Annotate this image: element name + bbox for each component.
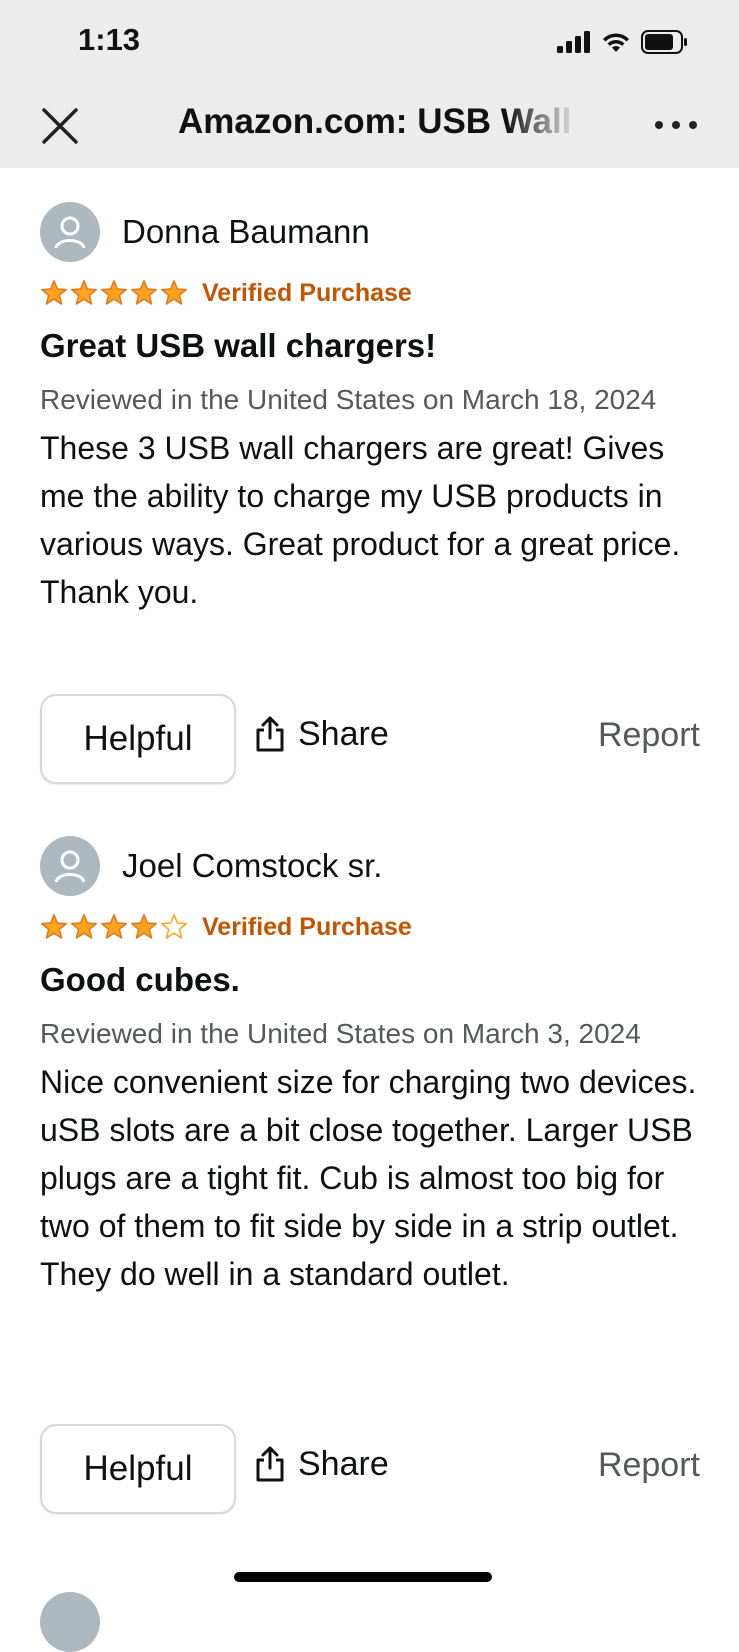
helpful-button[interactable]: Helpful [40, 694, 236, 784]
star-filled-icon [70, 279, 98, 305]
share-button[interactable]: Share [254, 714, 389, 754]
star-empty-icon [160, 913, 188, 939]
star-filled-icon [160, 279, 188, 305]
user-icon [54, 850, 86, 883]
verified-purchase-badge: Verified Purchase [202, 912, 412, 941]
share-button[interactable]: Share [254, 1444, 389, 1484]
star-filled-icon [100, 279, 128, 305]
wifi-icon [603, 33, 629, 52]
review-card: Donna Baumann Verified Purchase Great US… [40, 200, 700, 616]
star-rating [40, 279, 188, 307]
share-icon [256, 716, 284, 752]
reviewer-name[interactable]: Joel Comstock sr. [122, 847, 382, 885]
page-title: Amazon.com: USB Wall [178, 102, 572, 141]
review-title: Great USB wall chargers! [40, 327, 437, 364]
avatar [40, 1592, 100, 1652]
star-filled-icon [70, 913, 98, 939]
review-date: Reviewed in the United States on March 3… [40, 1018, 641, 1049]
reviewer-name[interactable]: Donna Baumann [122, 213, 370, 251]
browser-nav-bar: Amazon.com: USB Wall [0, 88, 739, 168]
review-body: These 3 USB wall chargers are great! Giv… [40, 430, 681, 610]
avatar [40, 202, 100, 262]
star-rating [40, 913, 188, 941]
close-icon[interactable] [36, 102, 84, 150]
report-link[interactable]: Report [598, 1446, 700, 1485]
review-actions: Helpful Share Report [40, 694, 700, 784]
home-indicator [234, 1572, 492, 1582]
reviewer-row: Donna Baumann [40, 200, 700, 264]
review-date: Reviewed in the United States on March 1… [40, 384, 657, 415]
share-label: Share [298, 714, 389, 753]
more-options-icon[interactable] [651, 110, 701, 140]
star-filled-icon [100, 913, 128, 939]
helpful-button[interactable]: Helpful [40, 1424, 236, 1514]
user-icon [54, 216, 86, 249]
review-actions: Helpful Share Report [40, 1424, 700, 1514]
share-icon [256, 1446, 284, 1482]
avatar [40, 836, 100, 896]
reviewer-row: Joel Comstock sr. [40, 834, 700, 898]
rating-row: Verified Purchase [40, 276, 700, 310]
star-filled-icon [40, 913, 68, 939]
report-link[interactable]: Report [598, 716, 700, 755]
battery-icon [641, 30, 687, 54]
review-card: Joel Comstock sr. Verified Purchase Good… [40, 834, 700, 1298]
star-filled-icon [130, 913, 158, 939]
status-time: 1:13 [78, 22, 141, 57]
review-body: Nice convenient size for charging two de… [40, 1064, 697, 1292]
status-bar: 1:13 [0, 0, 739, 88]
cellular-signal-icon [557, 31, 590, 53]
share-label: Share [298, 1444, 389, 1483]
review-title: Good cubes. [40, 961, 240, 998]
verified-purchase-badge: Verified Purchase [202, 278, 412, 307]
star-filled-icon [40, 279, 68, 305]
star-filled-icon [130, 279, 158, 305]
status-icons [557, 30, 689, 54]
rating-row: Verified Purchase [40, 910, 700, 944]
